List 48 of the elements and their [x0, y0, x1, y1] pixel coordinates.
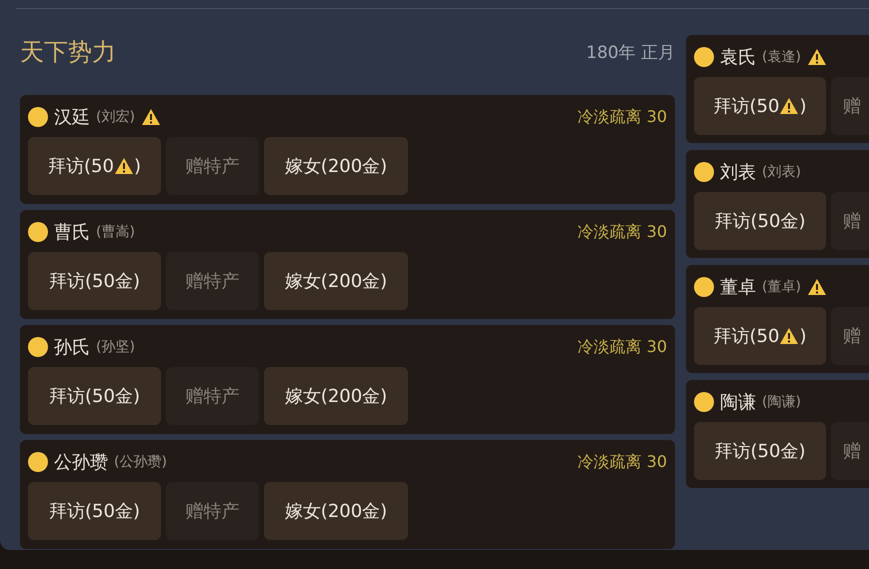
action-button[interactable]: 拜访(50 ): [694, 307, 826, 365]
relation-status: 冷淡疏离 30: [578, 336, 667, 358]
ruler-name: (刘宏): [96, 108, 135, 126]
action-button[interactable]: 嫁女(200金): [264, 482, 408, 540]
ruler-name: (孙坚): [96, 338, 135, 356]
faction-dot-icon: [28, 107, 48, 127]
warning-icon: [806, 48, 827, 66]
action-button[interactable]: 拜访(50金): [28, 367, 161, 425]
faction-name: 刘表: [720, 161, 756, 184]
faction-dot-icon: [28, 337, 48, 357]
faction-dot-icon: [694, 162, 714, 182]
action-button[interactable]: 拜访(50金): [28, 482, 161, 540]
warning-icon: [114, 157, 134, 175]
faction-name: 公孙瓒: [54, 451, 108, 474]
action-button[interactable]: 拜访(50 ): [28, 137, 161, 195]
relation-status: 冷淡疏离 30: [578, 452, 667, 472]
game-date: 180年 正月: [586, 42, 675, 64]
action-button[interactable]: 嫁女(200金): [264, 252, 408, 310]
action-button[interactable]: 嫁女(200金): [264, 137, 408, 195]
warning-icon: [806, 278, 827, 296]
action-button[interactable]: 嫁女(200金): [264, 367, 408, 425]
faction-dot-icon: [694, 392, 714, 412]
faction-name: 曹氏: [54, 221, 90, 244]
ruler-name: (董卓): [762, 278, 801, 296]
faction-name: 董卓: [720, 276, 756, 299]
faction-name: 陶谦: [720, 391, 756, 414]
action-button[interactable]: 拜访(50金): [694, 422, 826, 480]
faction-name: 汉廷: [54, 106, 90, 129]
faction-dot-icon: [28, 222, 48, 242]
ruler-name: (袁逢): [762, 48, 801, 66]
action-button[interactable]: 拜访(50 ): [694, 77, 826, 135]
relation-status: 冷淡疏离 30: [578, 222, 667, 242]
ruler-name: (陶谦): [762, 393, 801, 411]
warning-icon: [779, 97, 800, 115]
faction-dot-icon: [28, 452, 48, 472]
faction-dot-icon: [694, 277, 714, 297]
faction-name: 孙氏: [54, 336, 90, 359]
action-button[interactable]: 拜访(50金): [28, 252, 161, 310]
warning-icon: [140, 108, 161, 126]
panel-title: 天下势力: [20, 37, 116, 68]
action-button[interactable]: 拜访(50金): [694, 192, 826, 250]
faction-dot-icon: [694, 47, 714, 67]
warning-icon: [779, 327, 800, 345]
ruler-name: (公孙瓒): [114, 453, 167, 471]
ruler-name: (曹嵩): [96, 223, 135, 241]
faction-name: 袁氏: [720, 46, 756, 69]
ruler-name: (刘表): [762, 163, 801, 181]
relation-status: 冷淡疏离 30: [578, 106, 667, 128]
